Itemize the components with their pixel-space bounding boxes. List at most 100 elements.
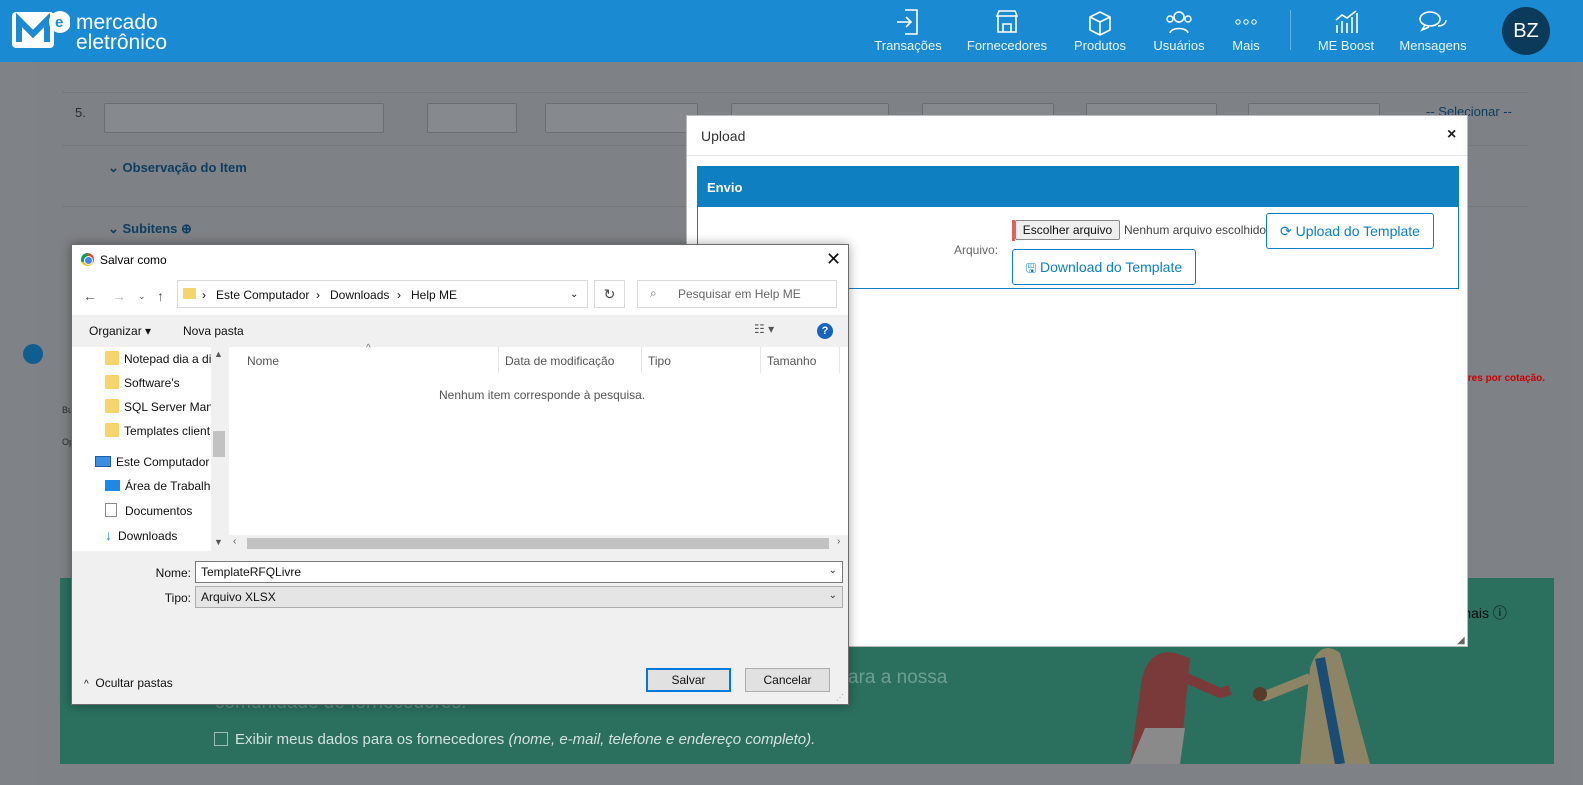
top-navbar: e mercado eletrônico Transações Forneced… <box>0 0 1583 62</box>
view-options-icon[interactable]: ☷ ▾ <box>754 322 774 336</box>
file-label: Arquivo: <box>954 243 999 257</box>
nav-label: ME Boost <box>1317 38 1375 53</box>
close-icon[interactable]: × <box>1447 126 1456 144</box>
path-breadcrumb[interactable]: › Este Computador › Downloads › Help ME … <box>177 280 588 308</box>
empty-message: Nenhum item corresponde à pesquisa. <box>439 388 646 402</box>
column-divider[interactable] <box>839 347 840 373</box>
column-header-name[interactable]: Nome <box>247 354 279 368</box>
cancel-button[interactable]: Cancelar <box>745 668 830 692</box>
chevron-up-icon: ^ <box>84 679 89 690</box>
back-arrow-icon[interactable]: ← <box>83 288 97 304</box>
dialog-toolbar: Organizar ▾ Nova pasta ☷ ▾ ? <box>72 315 848 347</box>
horizontal-scrollbar[interactable]: ‹ › <box>229 535 848 551</box>
scroll-right-icon[interactable]: › <box>837 536 840 547</box>
add-circle-icon[interactable]: ⊕ <box>181 221 192 236</box>
svg-text:e: e <box>55 14 63 31</box>
breadcrumb-item[interactable]: Downloads <box>330 288 389 302</box>
show-data-checkbox[interactable] <box>214 732 228 746</box>
up-arrow-icon[interactable]: ↑ <box>157 288 164 304</box>
document-icon <box>105 503 117 517</box>
logo-text-line1: mercado <box>76 11 158 34</box>
scroll-down-icon[interactable]: ▼ <box>214 537 223 547</box>
banner-text: ara a nossa <box>848 667 948 688</box>
tree-item[interactable]: Templates client <box>105 423 211 438</box>
quantity-field[interactable] <box>427 103 517 133</box>
choose-file-button[interactable]: Escolher arquivo <box>1015 220 1120 240</box>
organize-label: Organizar <box>89 324 142 338</box>
nav-fornecedores[interactable]: Fornecedores <box>965 4 1049 58</box>
observation-toggle[interactable]: ⌄ Observação do Item <box>108 160 247 176</box>
close-icon[interactable]: ✕ <box>826 249 841 270</box>
resize-grip-icon[interactable]: ◢ <box>1457 635 1465 646</box>
tree-item[interactable]: Notepad dia a di <box>105 351 211 366</box>
file-input[interactable]: Escolher arquivo Nenhum arquivo escolhid… <box>1012 220 1266 241</box>
filetype-label: Tipo: <box>164 591 191 605</box>
tree-item[interactable]: Software's <box>105 375 211 390</box>
column-header-type[interactable]: Tipo <box>648 354 671 368</box>
mercado-eletronico-logo-icon[interactable]: e <box>12 10 70 50</box>
column-header-date[interactable]: Data de modificação <box>505 354 614 368</box>
subitems-toggle[interactable]: ⌄ Subitens ⊕ <box>108 221 192 237</box>
nav-produtos[interactable]: Produtos <box>1070 4 1130 58</box>
hide-folders-toggle[interactable]: ^ Ocultar pastas <box>84 676 173 690</box>
scroll-thumb[interactable] <box>247 538 829 549</box>
chevron-down-icon[interactable]: ⌄ <box>570 289 578 300</box>
nav-transacoes[interactable]: Transações <box>872 4 944 58</box>
scroll-thumb[interactable] <box>213 431 225 457</box>
recent-dropdown-icon[interactable]: ⌄ <box>138 291 146 302</box>
tree-item-label: Downloads <box>118 529 178 543</box>
upload-template-button[interactable]: ⟳ Upload do Template <box>1266 213 1434 249</box>
tree-scrollbar[interactable]: ▲ ▼ <box>211 347 227 551</box>
nav-me-boost[interactable]: ME Boost <box>1315 4 1377 58</box>
forward-arrow-icon[interactable]: → <box>112 288 126 304</box>
hide-folders-label: Ocultar pastas <box>95 676 173 690</box>
tree-item-label: Este Computador <box>116 455 210 469</box>
tree-item[interactable]: Documentos <box>105 503 211 518</box>
help-icon[interactable]: ? <box>817 323 833 339</box>
step-dot <box>23 344 43 364</box>
scroll-up-icon[interactable]: ▲ <box>214 349 223 359</box>
breadcrumb-item[interactable]: Este Computador <box>216 288 309 302</box>
file-status-text: Nenhum arquivo escolhido <box>1124 223 1266 237</box>
filename-value: TemplateRFQLivre <box>201 565 302 579</box>
checkbox-label-text: Exibir meus dados para os fornecedores <box>235 731 509 748</box>
column-divider[interactable] <box>760 347 761 373</box>
resize-grip-icon[interactable]: ⋰ <box>836 693 844 702</box>
column-divider[interactable] <box>498 347 499 373</box>
filetype-select[interactable]: Arquivo XLSX ⌄ <box>195 586 843 608</box>
new-folder-button[interactable]: Nova pasta <box>183 324 244 338</box>
organize-menu[interactable]: Organizar ▾ <box>89 324 151 338</box>
unit-select[interactable] <box>545 103 698 133</box>
tree-item[interactable]: Área de Trabalho <box>105 479 211 493</box>
scroll-left-icon[interactable]: ‹ <box>233 536 236 547</box>
download-template-button[interactable]: 🖫 Download do Template <box>1012 249 1196 285</box>
tree-item[interactable]: SQL Server Mana <box>105 399 211 414</box>
file-list-pane: ^ Nome Data de modificação Tipo Tamanho … <box>229 343 848 551</box>
nav-mensagens[interactable]: Mensagens <box>1398 4 1468 58</box>
tree-item-computer[interactable]: Este Computador <box>95 455 211 469</box>
tree-item[interactable]: ↓ Downloads <box>105 527 211 543</box>
save-button[interactable]: Salvar <box>646 668 731 692</box>
chat-icon <box>1419 11 1447 32</box>
column-header-size[interactable]: Tamanho <box>767 354 816 368</box>
folder-icon <box>183 288 196 299</box>
bar-chart-icon <box>1335 10 1358 33</box>
user-avatar[interactable]: BZ <box>1502 7 1550 55</box>
chevron-down-icon[interactable]: ⌄ <box>829 590 837 601</box>
modal-title: Upload <box>701 128 746 144</box>
refresh-icon[interactable]: ↻ <box>594 280 625 308</box>
item-description-field[interactable] <box>104 103 384 133</box>
box-icon <box>1089 11 1111 36</box>
nav-usuarios[interactable]: Usuários <box>1150 4 1208 58</box>
filename-input[interactable]: TemplateRFQLivre ⌄ <box>195 561 843 583</box>
search-input[interactable]: ⌕ Pesquisar em Help ME <box>637 280 837 308</box>
chevron-down-icon[interactable]: ⌄ <box>829 565 837 576</box>
login-arrow-icon <box>897 9 918 35</box>
folder-icon <box>105 399 119 413</box>
logo-text: mercado eletrônico <box>76 11 167 53</box>
nav-divider <box>1290 10 1291 50</box>
breadcrumb-item[interactable]: Help ME <box>411 288 457 302</box>
column-divider[interactable] <box>641 347 642 373</box>
nav-mais[interactable]: Mais <box>1228 4 1264 58</box>
upload-template-label: Upload do Template <box>1295 223 1420 239</box>
